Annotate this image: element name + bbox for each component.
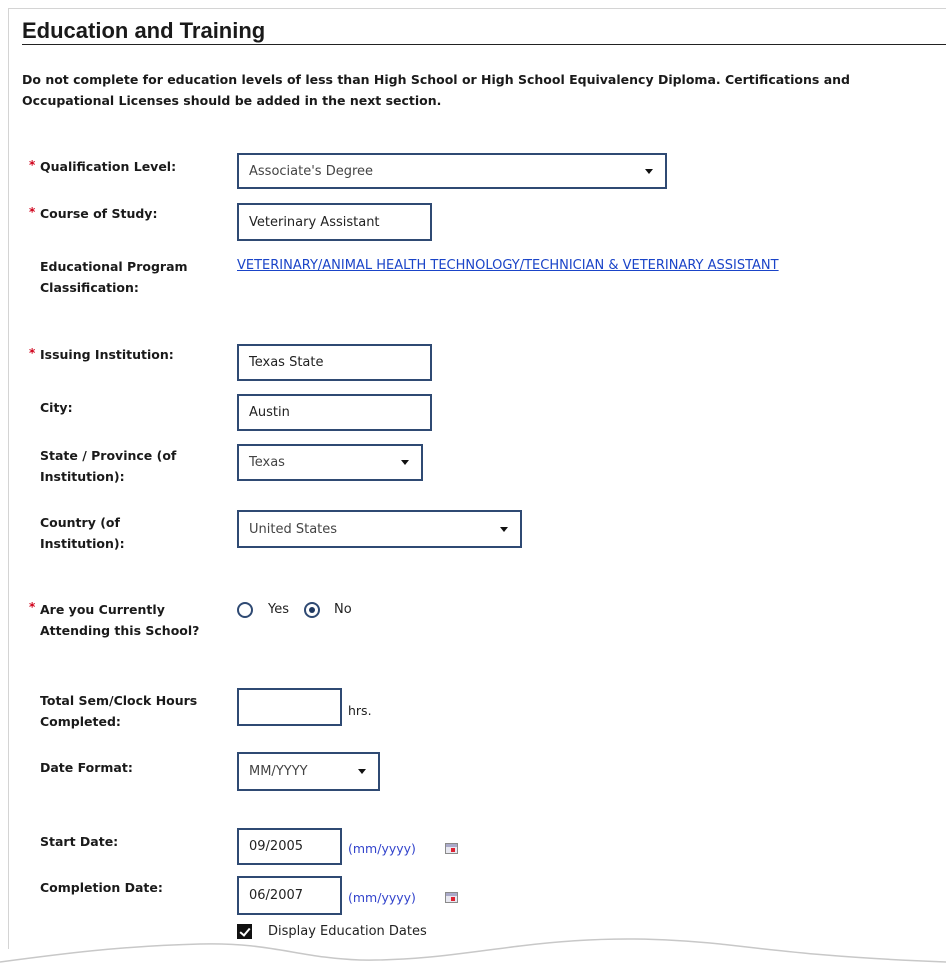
program-classification-label: Educational Program Classification: — [40, 256, 188, 298]
completion-date-label: Completion Date: — [40, 880, 163, 895]
total-hours-label: Total Sem/Clock Hours Completed: — [40, 690, 197, 732]
required-marker: * — [29, 158, 36, 172]
currently-attending-label: Are you Currently Attending this School? — [40, 599, 199, 641]
label-line: Country (of — [40, 515, 120, 530]
required-marker: * — [29, 600, 36, 614]
completion-date-value: 06/2007 — [249, 888, 304, 903]
label-line: State / Province (of — [40, 448, 177, 463]
label-line: Total Sem/Clock Hours — [40, 693, 198, 708]
country-label: Country (of Institution): — [40, 512, 125, 554]
section-title: Education and Training — [22, 18, 266, 43]
label-line: Institution): — [40, 469, 125, 484]
chevron-down-icon — [401, 460, 409, 465]
qualification-level-select[interactable]: Associate's Degree — [237, 153, 667, 189]
course-of-study-label: Course of Study: — [40, 206, 158, 221]
torn-edge — [0, 938, 946, 964]
chevron-down-icon — [358, 769, 366, 774]
start-date-value: 09/2005 — [249, 839, 304, 854]
issuing-institution-value: Texas State — [249, 355, 324, 370]
course-of-study-input[interactable]: Veterinary Assistant — [237, 203, 432, 241]
qualification-level-label: Qualification Level: — [40, 159, 177, 174]
city-input[interactable]: Austin — [237, 394, 432, 431]
date-format-label: Date Format: — [40, 760, 133, 775]
required-marker: * — [29, 346, 36, 360]
required-marker: * — [29, 205, 36, 219]
label-line: Educational Program — [40, 259, 188, 274]
date-format-value: MM/YYYY — [249, 764, 308, 779]
chevron-down-icon — [645, 168, 653, 174]
qualification-level-value: Associate's Degree — [249, 163, 374, 179]
issuing-institution-input[interactable]: Texas State — [237, 344, 432, 381]
hours-suffix: hrs. — [348, 703, 372, 718]
title-divider — [22, 44, 946, 45]
label-line: Classification: — [40, 280, 139, 295]
date-format-select[interactable]: MM/YYYY — [237, 752, 380, 791]
start-date-hint: (mm/yyyy) — [348, 841, 416, 856]
label-line: Institution): — [40, 536, 125, 551]
calendar-icon[interactable] — [445, 892, 458, 903]
country-value: United States — [249, 521, 338, 537]
chevron-down-icon — [500, 526, 508, 532]
total-hours-input[interactable] — [237, 688, 342, 726]
label-line: Completed: — [40, 714, 121, 729]
section-intro: Do not complete for education levels of … — [22, 72, 850, 108]
country-select[interactable]: United States — [237, 510, 522, 548]
attending-no-label: No — [334, 602, 352, 617]
calendar-icon[interactable] — [445, 843, 458, 854]
city-label: City: — [40, 400, 73, 415]
issuing-institution-label: Issuing Institution: — [40, 347, 174, 362]
course-of-study-value: Veterinary Assistant — [249, 214, 380, 230]
state-label: State / Province (of Institution): — [40, 445, 176, 487]
attending-yes-radio[interactable] — [237, 602, 253, 618]
completion-date-input[interactable]: 06/2007 — [237, 876, 342, 915]
state-value: Texas — [249, 455, 285, 470]
city-value: Austin — [249, 405, 290, 420]
state-select[interactable]: Texas — [237, 444, 423, 481]
start-date-label: Start Date: — [40, 834, 119, 849]
attending-yes-label: Yes — [268, 602, 289, 617]
label-line: Are you Currently — [40, 602, 165, 617]
completion-date-hint: (mm/yyyy) — [348, 890, 416, 905]
program-classification-link[interactable]: VETERINARY/ANIMAL HEALTH TECHNOLOGY/TECH… — [237, 258, 779, 273]
attending-no-radio[interactable] — [304, 602, 320, 618]
start-date-input[interactable]: 09/2005 — [237, 828, 342, 865]
label-line: Attending this School? — [40, 623, 200, 638]
